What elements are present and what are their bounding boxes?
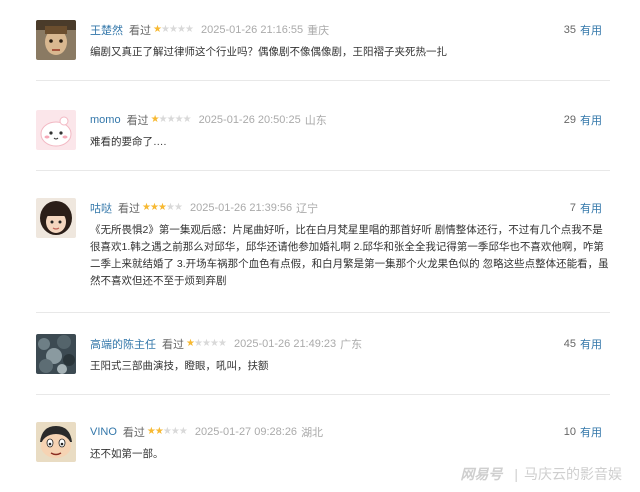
comment-text: 还不如第一部。 — [90, 448, 164, 460]
star-empty-icon: ★ — [174, 114, 184, 125]
useful-button[interactable]: 有用 — [580, 336, 602, 352]
useful-button[interactable]: 有用 — [580, 22, 602, 38]
star-filled-icon: ★ — [146, 426, 156, 437]
username-link[interactable]: momo — [90, 114, 121, 126]
username-link[interactable]: 咕哒 — [90, 200, 112, 216]
useful-button[interactable]: 有用 — [580, 112, 602, 128]
comment-location: 广东 — [340, 339, 363, 351]
comment-location: 山东 — [304, 115, 327, 127]
comment-meta: 高端的陈主任 看过 ★ ★ ★ ★ ★ 2025-01-26 21:49:23 广东 — [90, 336, 362, 352]
divider — [36, 170, 610, 171]
avatar[interactable] — [36, 198, 76, 238]
star-filled-icon: ★ — [158, 202, 167, 213]
comment-time: 2025-01-26 21:39:56 — [190, 202, 293, 214]
avatar[interactable] — [36, 422, 76, 462]
watermark-separator: | — [514, 466, 518, 482]
useful-count: 7 — [569, 202, 576, 214]
star-filled-icon: ★ — [186, 338, 195, 349]
star-empty-icon: ★ — [174, 202, 183, 213]
watermark-account: 马庆云的影音娱 — [524, 466, 622, 482]
avatar[interactable] — [36, 334, 76, 374]
star-filled-icon: ★ — [150, 202, 159, 213]
star-empty-icon: ★ — [182, 114, 192, 125]
avatar[interactable] — [36, 110, 76, 150]
username-link[interactable]: 王楚然 — [90, 22, 123, 38]
useful-count: 10 — [563, 426, 576, 438]
star-empty-icon: ★ — [194, 338, 203, 349]
useful-votes: 35 有用 — [564, 22, 602, 38]
useful-count: 35 — [563, 24, 576, 36]
comment-text: 编剧又真正了解过律师这个行业吗？偶像剧不像偶像剧，王阳褶子夹死热一扎 — [90, 46, 447, 58]
useful-votes: 10 有用 — [564, 424, 602, 440]
comment-time: 2025-01-26 21:16:55 — [201, 24, 304, 36]
star-empty-icon: ★ — [166, 202, 175, 213]
star-empty-icon: ★ — [202, 338, 211, 349]
star-empty-icon: ★ — [161, 24, 170, 35]
star-filled-icon: ★ — [154, 426, 164, 437]
comment-location: 湖北 — [301, 427, 324, 439]
rating-stars: ★ ★ ★ ★ ★ — [186, 338, 227, 349]
star-filled-icon: ★ — [142, 202, 151, 213]
comment-location: 辽宁 — [296, 203, 319, 215]
star-empty-icon: ★ — [170, 426, 180, 437]
star-empty-icon: ★ — [178, 426, 188, 437]
username-link[interactable]: VINO — [90, 426, 117, 438]
watermark-logo: 网易号 — [460, 466, 503, 482]
comment-text: 难看的要命了…. — [90, 136, 167, 148]
comment-time: 2025-01-26 21:49:23 — [234, 338, 337, 350]
rating-stars: ★ ★ ★ ★ ★ — [153, 24, 194, 35]
comment-location: 重庆 — [307, 25, 330, 37]
comment-meta: momo 看过 ★ ★ ★ ★ ★ 2025-01-26 20:50:25 山东 — [90, 112, 327, 128]
useful-button[interactable]: 有用 — [580, 200, 602, 216]
comment-time: 2025-01-26 20:50:25 — [198, 114, 301, 126]
watched-label: 看过 — [129, 25, 151, 37]
watched-label: 看过 — [162, 339, 184, 351]
username-link[interactable]: 高端的陈主任 — [90, 336, 156, 352]
star-empty-icon: ★ — [166, 114, 176, 125]
comment-meta: 咕哒 看过 ★ ★ ★ ★ ★ 2025-01-26 21:39:56 辽宁 — [90, 200, 318, 216]
watched-label: 看过 — [122, 427, 145, 439]
star-empty-icon: ★ — [218, 338, 227, 349]
divider — [36, 394, 610, 395]
useful-count: 45 — [563, 338, 576, 350]
watched-label: 看过 — [118, 203, 140, 215]
rating-stars: ★ ★ ★ ★ ★ — [142, 202, 183, 213]
useful-count: 29 — [563, 114, 576, 126]
star-empty-icon: ★ — [169, 24, 178, 35]
comment-text: 王阳式三部曲演技，瞪眼，吼叫，扶额 — [90, 360, 269, 372]
comment-meta: 王楚然 看过 ★ ★ ★ ★ ★ 2025-01-26 21:16:55 重庆 — [90, 22, 329, 38]
star-empty-icon: ★ — [210, 338, 219, 349]
star-filled-icon: ★ — [153, 24, 162, 35]
useful-button[interactable]: 有用 — [580, 424, 602, 440]
star-empty-icon: ★ — [162, 426, 172, 437]
comment-text: 《无所畏惧2》第一集观后感：片尾曲好听，比在白月梵星里唱的那首好听 剧情整体还行… — [90, 224, 609, 287]
useful-votes: 7 有用 — [570, 200, 602, 216]
useful-votes: 45 有用 — [564, 336, 602, 352]
star-empty-icon: ★ — [158, 114, 168, 125]
divider — [36, 80, 610, 81]
useful-votes: 29 有用 — [564, 112, 602, 128]
watermark: 网易号 | 马庆云的影音娱 — [460, 464, 622, 484]
star-empty-icon: ★ — [185, 24, 194, 35]
star-filled-icon: ★ — [150, 114, 160, 125]
avatar[interactable] — [36, 20, 76, 60]
rating-stars: ★ ★ ★ ★ ★ — [146, 426, 188, 437]
comment-time: 2025-01-27 09:28:26 — [194, 426, 298, 438]
divider — [36, 312, 610, 313]
watched-label: 看过 — [126, 115, 149, 127]
rating-stars: ★ ★ ★ ★ ★ — [150, 114, 192, 125]
star-empty-icon: ★ — [177, 24, 186, 35]
comment-meta: VINO 看过 ★ ★ ★ ★ ★ 2025-01-27 09:28:26 湖北 — [90, 424, 323, 440]
